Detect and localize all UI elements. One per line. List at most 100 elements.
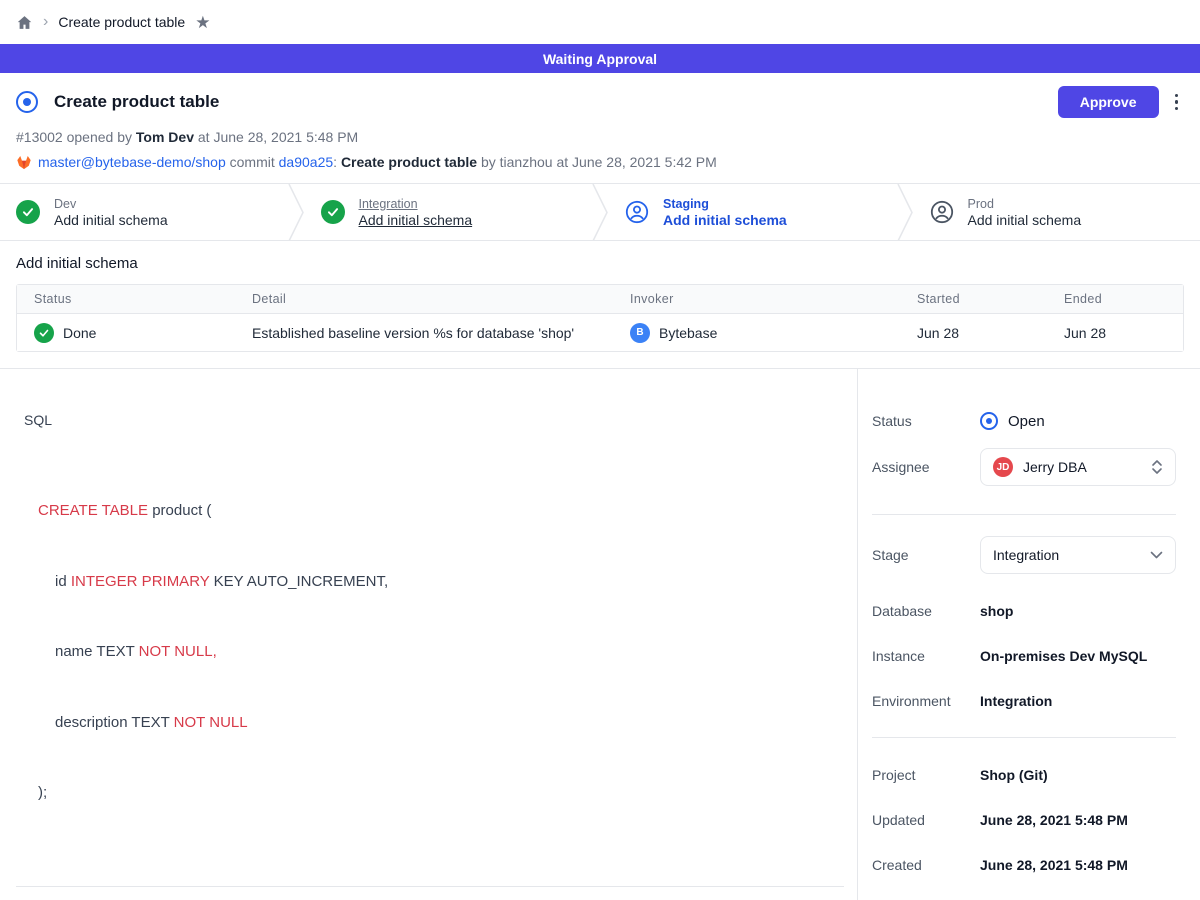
stage-separator xyxy=(896,184,914,240)
status-label: Status xyxy=(872,413,980,429)
col-started: Started xyxy=(917,292,1064,306)
sql-keyword: NOT NULL, xyxy=(139,643,217,660)
stage-pending-assignee-icon xyxy=(930,200,954,224)
stage-name: Dev xyxy=(54,197,168,211)
stage-task: Add initial schema xyxy=(359,212,473,228)
chevron-down-icon xyxy=(1150,551,1163,559)
description-divider xyxy=(16,886,844,887)
sql-text: product ( xyxy=(148,502,211,519)
created-value: June 28, 2021 5:48 PM xyxy=(980,857,1128,873)
task-table-header: Status Detail Invoker Started Ended xyxy=(17,285,1183,314)
stage-done-check-icon xyxy=(321,200,345,224)
star-icon[interactable]: ★ xyxy=(195,14,210,31)
gitlab-icon xyxy=(16,155,32,170)
stage-name: Prod xyxy=(968,197,1082,211)
branch-repo-link[interactable]: master@bytebase-demo/shop xyxy=(38,154,226,170)
updated-label: Updated xyxy=(872,812,980,828)
task-started: Jun 28 xyxy=(917,325,1064,341)
project-label: Project xyxy=(872,767,980,783)
stage-name: Integration xyxy=(359,197,473,211)
project-value: Shop (Git) xyxy=(980,767,1048,783)
commit-line: master@bytebase-demo/shop commit da90a25… xyxy=(16,154,1184,170)
environment-label: Environment xyxy=(872,693,980,709)
task-heading: Add initial schema xyxy=(16,255,1184,272)
table-row[interactable]: Done Established baseline version %s for… xyxy=(17,314,1183,351)
commit-text: master@bytebase-demo/shop commit da90a25… xyxy=(38,154,717,170)
sql-text: name TEXT xyxy=(55,643,139,660)
environment-value: Integration xyxy=(980,693,1052,709)
breadcrumb-chevron-icon: › xyxy=(43,14,48,30)
commit-word: commit xyxy=(226,154,279,170)
created-label: Created xyxy=(872,857,980,873)
stage-pipeline: Dev Add initial schema Integration Add i… xyxy=(0,184,1200,241)
task-table: Status Detail Invoker Started Ended Done… xyxy=(16,284,1184,352)
task-detail: Established baseline version %s for data… xyxy=(252,325,630,341)
task-invoker: Bytebase xyxy=(659,325,717,341)
stage-dev[interactable]: Dev Add initial schema xyxy=(0,184,287,240)
approve-button[interactable]: Approve xyxy=(1058,86,1159,118)
commit-suffix: by tianzhou at June 28, 2021 5:42 PM xyxy=(477,154,717,170)
col-detail: Detail xyxy=(252,292,630,306)
stage-name: Staging xyxy=(663,197,787,211)
col-status: Status xyxy=(17,292,252,306)
sql-keyword: INTEGER PRIMARY xyxy=(71,573,210,590)
issue-meta-suffix: at June 28, 2021 5:48 PM xyxy=(194,129,358,145)
sql-text: ); xyxy=(38,784,47,801)
stage-separator xyxy=(591,184,609,240)
sql-keyword: CREATE TABLE xyxy=(38,502,148,519)
task-done-check-icon xyxy=(34,323,54,343)
assignee-avatar: JD xyxy=(993,457,1013,477)
stage-select[interactable]: Integration xyxy=(980,536,1176,574)
issue-header: Create product table Approve #13002 open… xyxy=(0,73,1200,184)
sql-text: id xyxy=(55,573,71,590)
sql-keyword: NOT NULL xyxy=(174,714,248,731)
stage-done-check-icon xyxy=(16,200,40,224)
col-ended: Ended xyxy=(1064,292,1183,306)
stage-task: Add initial schema xyxy=(54,212,168,228)
status-value: Open xyxy=(1008,413,1045,430)
issue-open-status-icon xyxy=(16,91,38,113)
main-panel: SQL CREATE TABLE product ( id INTEGER PR… xyxy=(0,369,858,900)
updated-value: June 28, 2021 5:48 PM xyxy=(980,812,1128,828)
sidebar-divider xyxy=(872,514,1176,515)
stage-task: Add initial schema xyxy=(663,212,787,228)
updown-chevron-icon xyxy=(1151,459,1163,475)
sql-text: description TEXT xyxy=(55,714,174,731)
commit-colon: : xyxy=(333,154,341,170)
sql-code-block: CREATE TABLE product ( id INTEGER PRIMAR… xyxy=(24,452,841,852)
database-value: shop xyxy=(980,603,1013,619)
stage-staging[interactable]: Staging Add initial schema xyxy=(609,184,896,240)
sidebar-divider xyxy=(872,737,1176,738)
status-open-icon xyxy=(980,412,998,430)
breadcrumb-title: Create product table xyxy=(58,14,185,30)
assignee-select[interactable]: JD Jerry DBA xyxy=(980,448,1176,486)
database-label: Database xyxy=(872,603,980,619)
commit-message: Create product table xyxy=(341,154,477,170)
issue-author: Tom Dev xyxy=(136,129,194,145)
col-invoker: Invoker xyxy=(630,292,917,306)
assignee-value: Jerry DBA xyxy=(1023,459,1141,475)
sql-text: KEY AUTO_INCREMENT, xyxy=(209,573,388,590)
instance-label: Instance xyxy=(872,648,980,664)
breadcrumb: › Create product table ★ xyxy=(0,0,1200,44)
issue-title: Create product table xyxy=(54,92,1058,112)
task-status: Done xyxy=(63,325,96,341)
task-ended: Jun 28 xyxy=(1064,325,1183,341)
sql-label: SQL xyxy=(24,412,841,428)
invoker-avatar: B xyxy=(630,323,650,343)
stage-value: Integration xyxy=(993,547,1140,563)
more-actions-kebab-icon[interactable] xyxy=(1169,90,1185,115)
stage-separator xyxy=(287,184,305,240)
instance-value: On-premises Dev MySQL xyxy=(980,648,1147,664)
issue-sidebar: Status Open Assignee JD Jerry DBA Stage … xyxy=(858,369,1200,900)
assignee-label: Assignee xyxy=(872,459,980,475)
issue-meta-prefix: #13002 opened by xyxy=(16,129,136,145)
commit-hash-link[interactable]: da90a25 xyxy=(279,154,334,170)
stage-prod[interactable]: Prod Add initial schema xyxy=(914,184,1200,240)
stage-label: Stage xyxy=(872,547,980,563)
stage-integration[interactable]: Integration Add initial schema xyxy=(305,184,592,240)
task-section: Add initial schema Status Detail Invoker… xyxy=(0,241,1200,368)
issue-meta: #13002 opened by Tom Dev at June 28, 202… xyxy=(16,129,1184,145)
stage-pending-assignee-icon xyxy=(625,200,649,224)
home-icon[interactable] xyxy=(16,14,33,31)
